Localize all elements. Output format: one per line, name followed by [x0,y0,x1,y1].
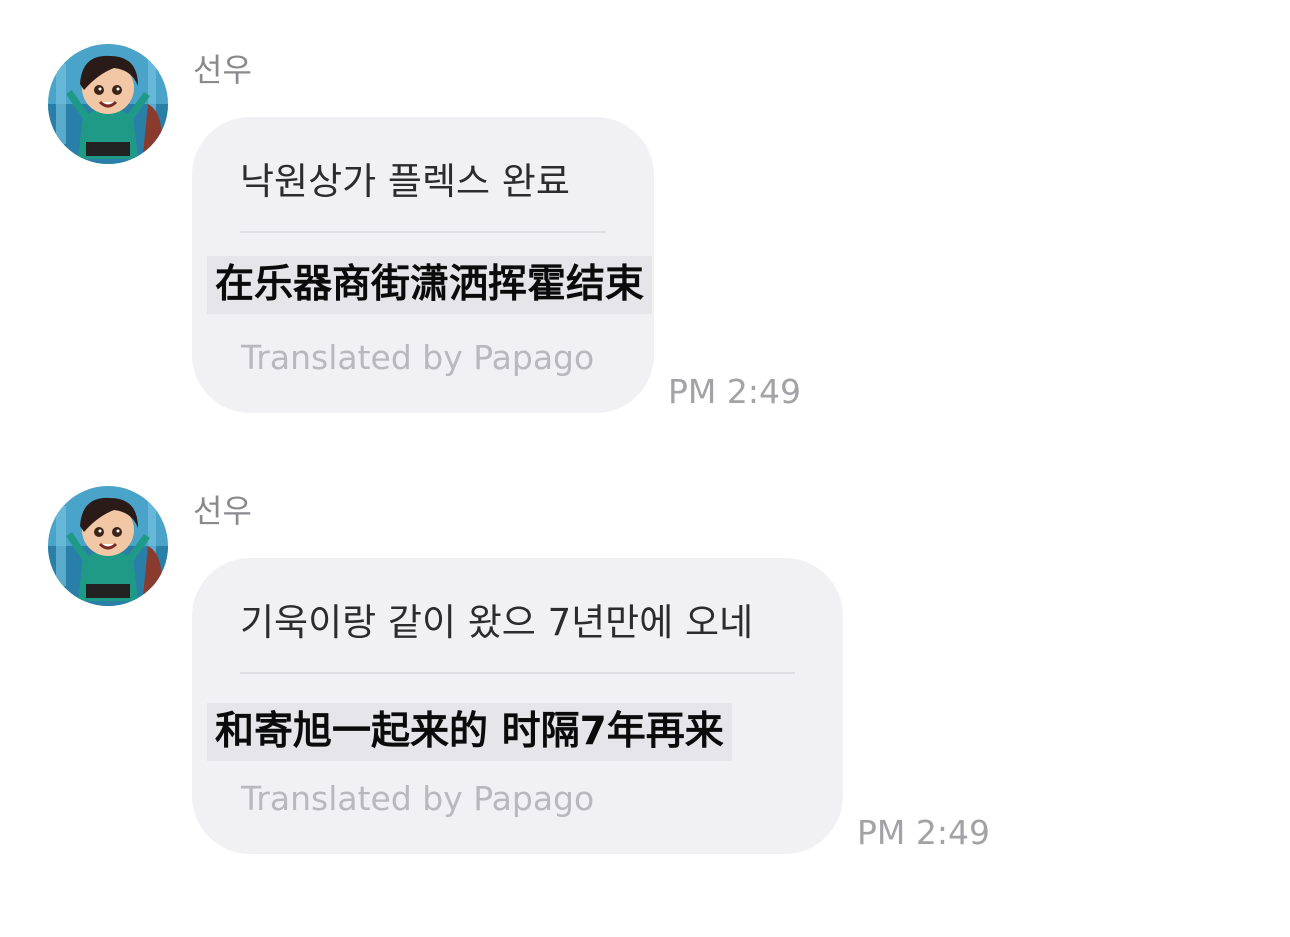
message-bubble[interactable]: 낙원상가 플렉스 완료 在乐器商街潇洒挥霍结束 Translated by Pa… [192,117,654,413]
sender-name: 선우 [193,492,252,530]
translated-text: 在乐器商街潇洒挥霍结束 [207,256,653,314]
divider [240,231,606,233]
original-text: 낙원상가 플렉스 완료 [240,160,570,203]
avatar-character-icon [48,44,168,164]
avatar-character-icon [48,486,168,606]
timestamp: PM 2:49 [857,813,990,852]
message-bubble[interactable]: 기욱이랑 같이 왔으 7년만에 오네 和寄旭一起来的 时隔7年再来 Transl… [192,558,843,854]
sender-name: 선우 [193,51,252,89]
avatar[interactable] [48,486,168,606]
original-text: 기욱이랑 같이 왔으 7년만에 오네 [240,601,754,644]
timestamp: PM 2:49 [668,372,801,411]
translated-text: 和寄旭一起来的 时隔7年再来 [207,703,732,761]
translation-credit: Translated by Papago [241,338,595,377]
translation-credit: Translated by Papago [241,779,595,818]
divider [240,672,795,674]
avatar[interactable] [48,44,168,164]
